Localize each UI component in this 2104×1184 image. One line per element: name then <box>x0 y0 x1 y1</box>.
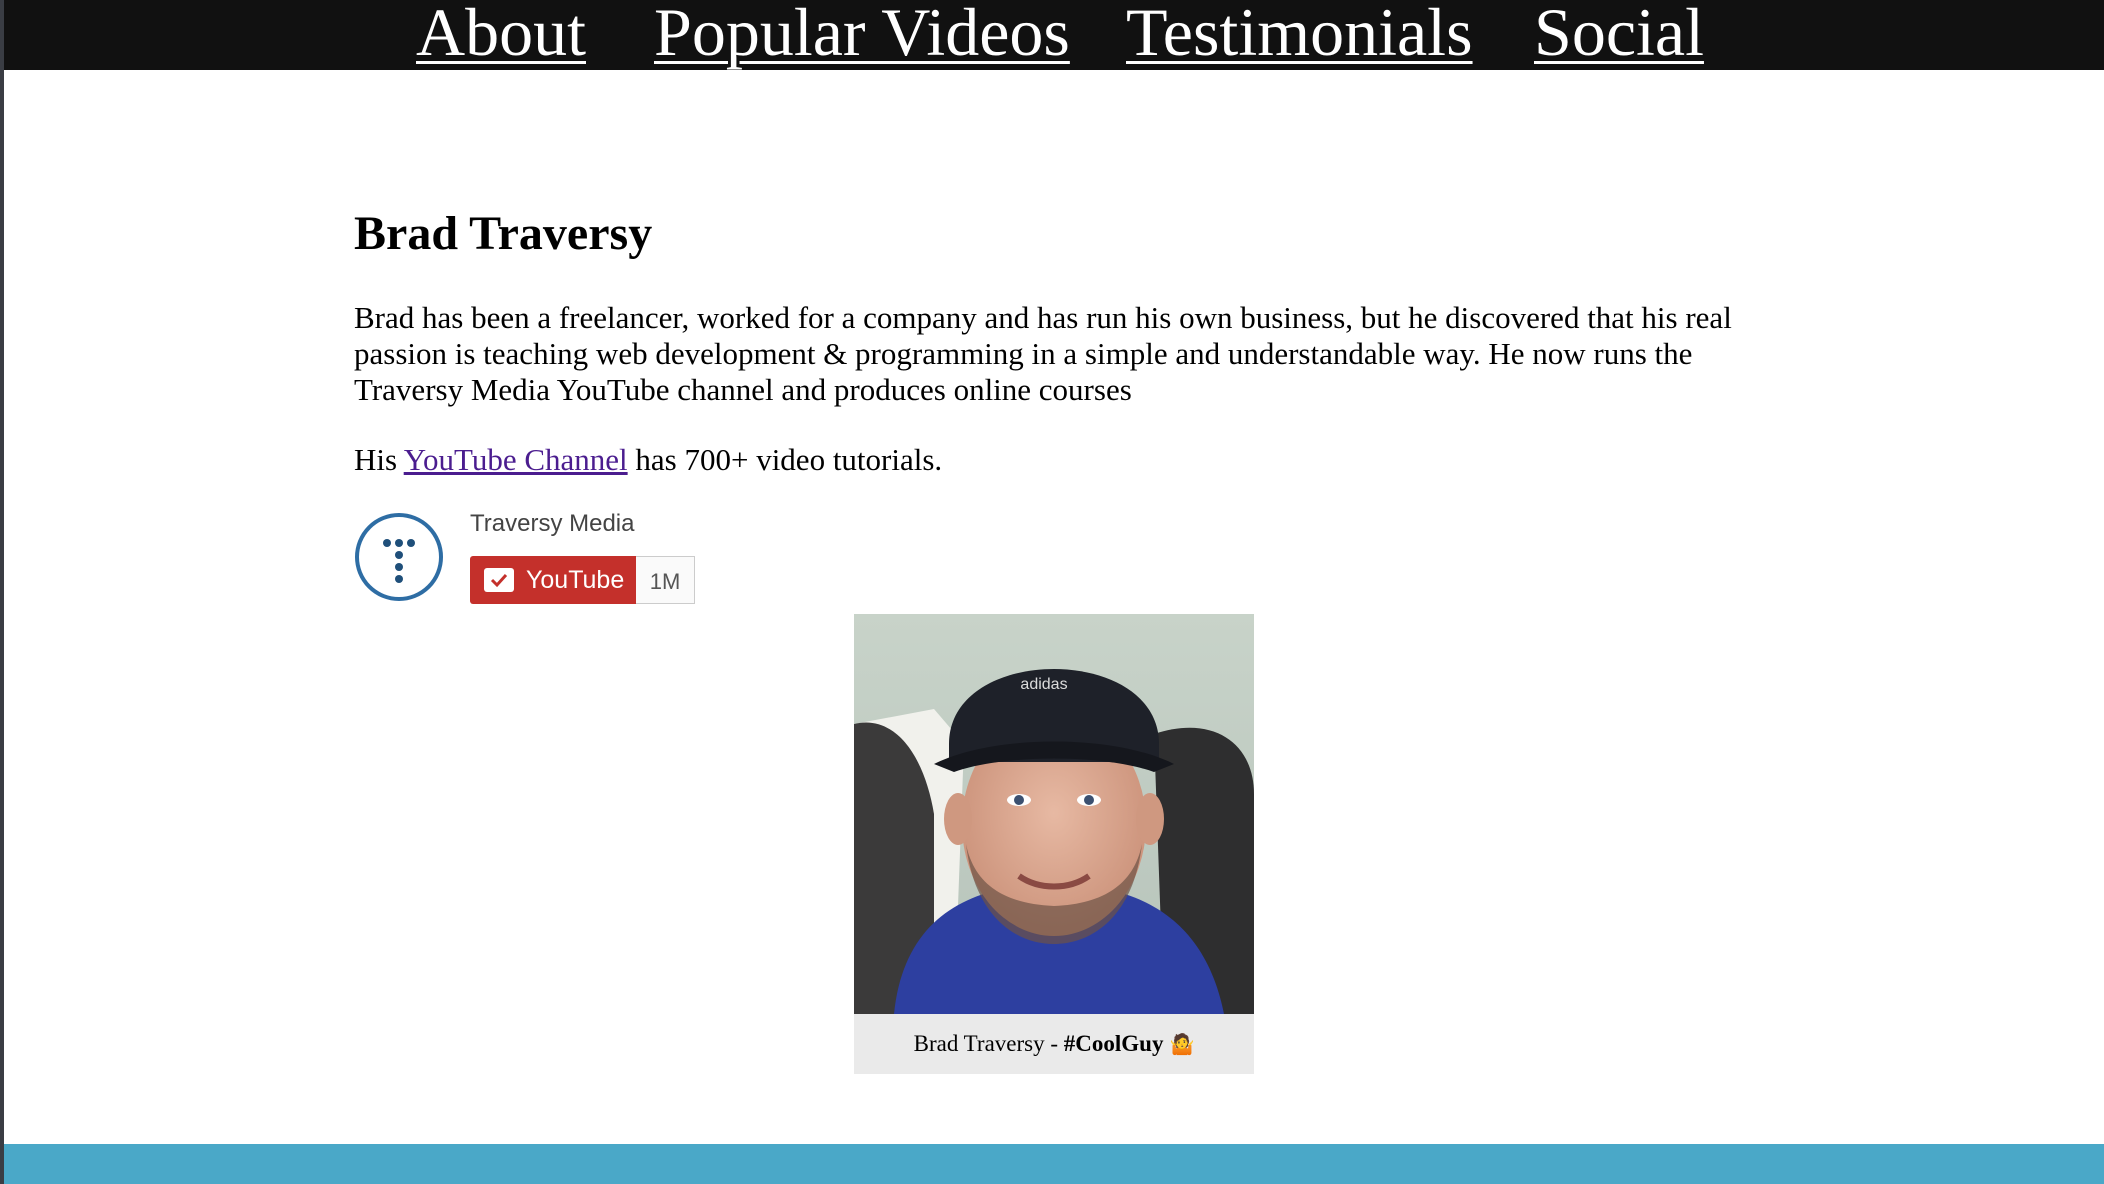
channel-suffix: has 700+ video tutorials. <box>635 442 943 477</box>
youtube-subscribe-widget: Traversy Media YouTube 1M <box>354 508 754 608</box>
nav-link-about[interactable]: About <box>416 0 586 72</box>
nav-link-social[interactable]: Social <box>1534 0 1704 72</box>
nav-link-testimonials[interactable]: Testimonials <box>1126 0 1473 72</box>
subscriber-count: 1M <box>636 556 695 604</box>
youtube-channel-name[interactable]: Traversy Media <box>470 508 634 540</box>
nav-link-popular-videos[interactable]: Popular Videos <box>654 0 1070 72</box>
youtube-logo-icon <box>484 568 514 592</box>
profile-photo: adidas <box>854 614 1254 1014</box>
youtube-button-label: YouTube <box>526 566 625 594</box>
caption-tag: #CoolGuy <box>1063 1031 1164 1056</box>
channel-prefix: His <box>354 442 398 477</box>
footer-bar <box>0 1144 2104 1184</box>
channel-info-text: His YouTube Channel has 700+ video tutor… <box>354 440 942 480</box>
caption-text: Brad Traversy - <box>913 1031 1064 1056</box>
shrug-emoji-icon: 🤷 <box>1169 1032 1195 1056</box>
channel-avatar-icon[interactable] <box>354 512 444 602</box>
cap-logo: adidas <box>1020 676 1067 693</box>
profile-figure: adidas Brad Traversy - #CoolGuy 🤷 <box>854 614 1254 1074</box>
photo-caption: Brad Traversy - #CoolGuy 🤷 <box>854 1014 1254 1074</box>
youtube-subscribe-button[interactable]: YouTube <box>470 556 636 604</box>
window-left-edge <box>0 0 4 1184</box>
page-title: Brad Traversy <box>354 207 653 260</box>
youtube-channel-link[interactable]: YouTube Channel <box>404 442 628 477</box>
bio-paragraph: Brad has been a freelancer, worked for a… <box>354 300 1732 407</box>
top-navigation: About Popular Videos Testimonials Social <box>0 0 2104 70</box>
